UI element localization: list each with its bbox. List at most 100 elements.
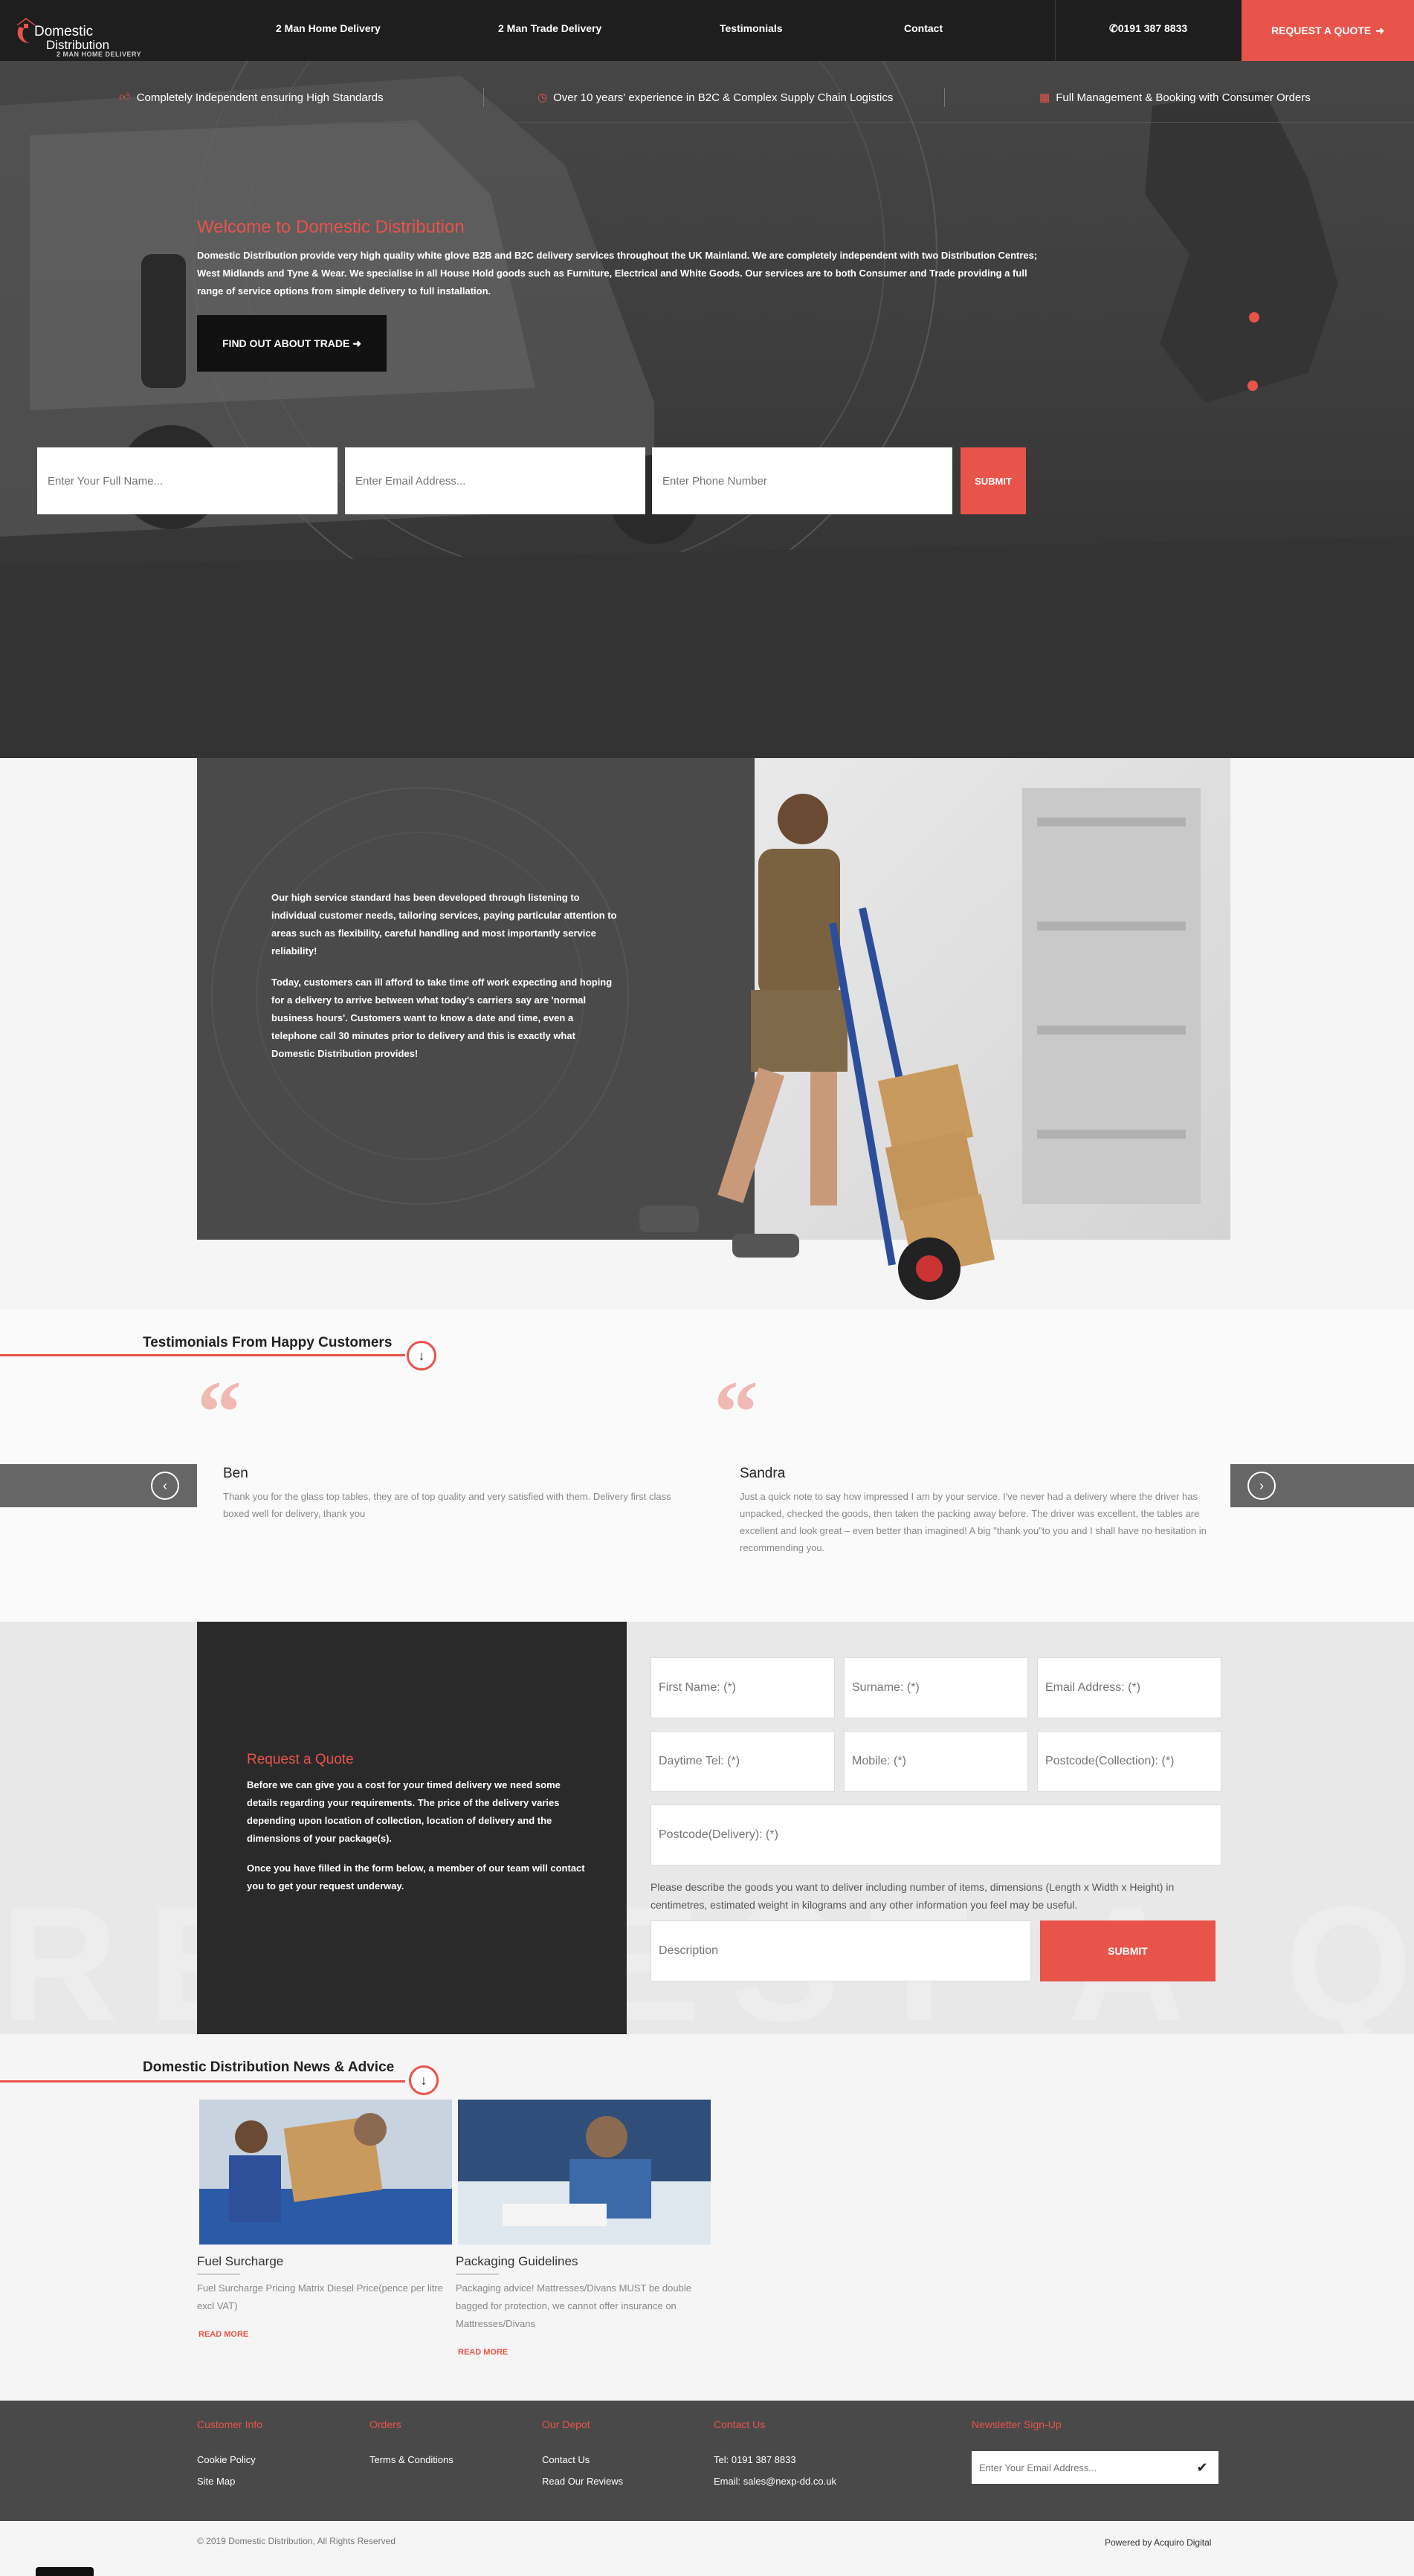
arrow-right-icon: ➜ [1375, 24, 1385, 36]
chevron-left-icon: ‹ [163, 1478, 167, 1493]
nav-link-testimonials[interactable]: Testimonials [720, 22, 783, 34]
calendar-icon: ▦ [1039, 91, 1050, 104]
hero-text: Domestic Distribution provide very high … [197, 250, 1038, 297]
slider-prev-button[interactable]: ‹ [151, 1472, 179, 1500]
newsletter-submit-button[interactable]: ✔ [1186, 2451, 1218, 2484]
section-title-underline [0, 1354, 405, 1356]
arrow-right-icon: ➜ [352, 337, 361, 349]
quote-paragraph-2: Once you have filled in the form below, … [247, 1863, 585, 1891]
scroll-down-button[interactable]: ↓ [407, 1341, 436, 1370]
news-image-fuel-surcharge[interactable] [199, 2100, 452, 2245]
news-item-excerpt: Fuel Surcharge Pricing Matrix Diesel Pri… [197, 2282, 443, 2311]
footer-heading-customer-info: Customer Info [197, 2418, 262, 2430]
usp-divider [483, 88, 484, 107]
scroll-down-button[interactable]: ↓ [409, 2065, 439, 2095]
quote-paragraph-1: Before we can give you a cost for your t… [247, 1779, 561, 1844]
about-section: Our high service standard has been devel… [0, 758, 1414, 1310]
first-name-field[interactable] [650, 1657, 835, 1718]
testimonial-author: Ben [223, 1466, 248, 1481]
news-item-title[interactable]: Packaging Guidelines [456, 2254, 578, 2269]
mobile-field[interactable] [844, 1731, 1028, 1792]
email-field[interactable] [1037, 1657, 1221, 1718]
quote-submit-button[interactable]: SUBMIT [1040, 1920, 1216, 1981]
postcode-collection-field[interactable] [1037, 1731, 1221, 1792]
testimonial-author: Sandra [740, 1466, 786, 1481]
slider-next-button[interactable]: › [1247, 1472, 1276, 1500]
news-item-excerpt: Packaging advice! Mattresses/Divans MUST… [456, 2282, 691, 2329]
checkmark-icon: ✔ [1196, 2459, 1208, 2475]
footer-heading-orders: Orders [369, 2418, 401, 2430]
testimonials-title: Testimonials From Happy Customers [143, 1335, 393, 1350]
news-image-packaging-guidelines[interactable] [458, 2100, 711, 2245]
footer-heading-newsletter: Newsletter Sign-Up [972, 2418, 1062, 2430]
footer-link-read-our-reviews[interactable]: Read Our Reviews [542, 2476, 623, 2487]
arrow-down-icon: ↓ [418, 1347, 425, 1363]
footer-link-contact-us[interactable]: Contact Us [542, 2454, 590, 2465]
usp-item-experience: ◷ Over 10 years' experience in B2C & Com… [537, 91, 894, 105]
footer-link-site-map[interactable]: Site Map [197, 2476, 235, 2487]
postcode-delivery-field[interactable] [650, 1805, 1221, 1865]
footer-bottom-bar: © 2019 Domestic Distribution, All Rights… [0, 2521, 1414, 2576]
testimonial-text: Just a quick note to say how impressed I… [740, 1491, 1207, 1553]
hero-title: Welcome to Domestic Distribution [197, 217, 465, 237]
newsletter-email-input[interactable] [972, 2451, 1218, 2484]
cookie-banner-tab[interactable] [36, 2567, 94, 2576]
news-title: Domestic Distribution News & Advice [143, 2059, 395, 2075]
nav-link-contact[interactable]: Contact [904, 22, 943, 34]
email-input[interactable] [345, 447, 645, 514]
description-field[interactable] [650, 1920, 1031, 1981]
map-location-marker [1247, 381, 1258, 391]
usp-item-independent: 👍︎ Completely Independent ensuring High … [119, 91, 384, 104]
request-quote-button[interactable]: REQUEST A QUOTE ➜ [1242, 0, 1414, 61]
usp-text: Full Management & Booking with Consumer … [1056, 91, 1311, 104]
surname-field[interactable] [844, 1657, 1028, 1718]
footer-heading-our-depot: Our Depot [542, 2418, 590, 2430]
copyright-text: © 2019 Domestic Distribution, All Rights… [197, 2536, 396, 2546]
quote-icon: “ [197, 1362, 242, 1461]
testimonials-section: Testimonials From Happy Customers ↓ ‹ › … [0, 1310, 1414, 1622]
thumbs-up-icon: 👍︎ [119, 91, 131, 103]
usp-text: Over 10 years' experience in B2C & Compl… [553, 91, 894, 104]
quote-title: Request a Quote [247, 1752, 354, 1767]
logo-tagline: 2 MAN HOME DELIVERY [57, 51, 142, 58]
clock-icon: ◷ [537, 91, 548, 104]
delivery-man-image [639, 794, 995, 1300]
nav-link-2-man-home-delivery[interactable]: 2 Man Home Delivery [276, 22, 381, 34]
site-footer: Customer Info Cookie Policy Site Map Ord… [0, 2401, 1414, 2521]
usp-divider [944, 88, 945, 107]
header-phone-number: 0191 387 8833 [1117, 22, 1188, 34]
testimonial-card: “ Sandra Just a quick note to say how im… [714, 1368, 1219, 1554]
phone-input[interactable] [652, 447, 952, 514]
news-title-underline [197, 2274, 240, 2275]
quote-info-panel: Request a Quote Before we can give you a… [197, 1622, 627, 2034]
footer-phone[interactable]: Tel: 0191 387 8833 [714, 2454, 796, 2465]
hero-submit-button[interactable]: SUBMIT [961, 447, 1026, 514]
about-paragraph-2: Today, customers can ill afford to take … [271, 977, 613, 1059]
arrow-down-icon: ↓ [420, 2072, 427, 2088]
request-quote-label: REQUEST A QUOTE [1271, 25, 1372, 36]
site-header: Domestic Distribution 2 MAN HOME DELIVER… [0, 0, 1414, 61]
powered-by-link[interactable]: Powered by Acquiro Digital [1105, 2537, 1211, 2548]
find-out-about-trade-button[interactable]: FIND OUT ABOUT TRADE ➜ [197, 315, 387, 372]
read-more-link[interactable]: READ MORE [198, 2330, 248, 2339]
daytime-tel-field[interactable] [650, 1731, 835, 1792]
full-name-input[interactable] [37, 447, 338, 514]
footer-link-cookie-policy[interactable]: Cookie Policy [197, 2454, 256, 2465]
testimonial-card: “ Ben Thank you for the glass top tables… [197, 1368, 688, 1520]
news-item-title[interactable]: Fuel Surcharge [197, 2254, 283, 2269]
footer-link-terms-conditions[interactable]: Terms & Conditions [369, 2454, 453, 2465]
news-title-underline [456, 2274, 499, 2275]
logo-text-line2: Distribution [46, 38, 110, 52]
footer-heading-contact-us: Contact Us [714, 2418, 766, 2430]
usp-bottom-divider [0, 122, 1414, 123]
site-logo[interactable]: Domestic Distribution 2 MAN HOME DELIVER… [13, 13, 141, 58]
header-phone[interactable]: ✆0191 387 8833 [1109, 22, 1187, 35]
nav-link-2-man-trade-delivery[interactable]: 2 Man Trade Delivery [498, 22, 601, 34]
footer-email[interactable]: Email: sales@nexp-dd.co.uk [714, 2476, 836, 2487]
news-section: Domestic Distribution News & Advice ↓ Fu… [0, 2034, 1414, 2401]
phone-icon: ✆ [1109, 22, 1118, 34]
map-location-marker [1249, 312, 1259, 323]
chevron-right-icon: › [1259, 1478, 1264, 1493]
read-more-link[interactable]: READ MORE [458, 2348, 508, 2357]
about-paragraph-1: Our high service standard has been devel… [271, 892, 617, 957]
